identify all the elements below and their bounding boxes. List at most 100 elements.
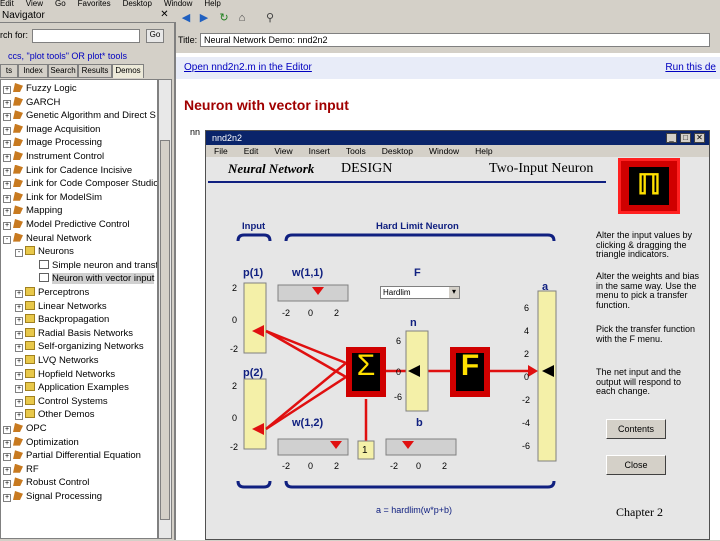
tree-item[interactable]: + Backpropagation <box>1 313 109 326</box>
expand-icon[interactable]: + <box>15 303 23 312</box>
fig-menu-file[interactable]: File <box>214 146 228 156</box>
expand-icon[interactable]: + <box>15 398 23 407</box>
close-icon[interactable]: ✕ <box>694 133 705 143</box>
expand-icon[interactable]: + <box>3 140 11 149</box>
expand-icon[interactable]: + <box>15 412 23 421</box>
chevron-down-icon[interactable]: ▾ <box>449 287 459 298</box>
tree-item[interactable]: Simple neuron and transfer <box>1 259 157 272</box>
maximize-icon[interactable]: □ <box>680 133 691 143</box>
expand-icon[interactable]: + <box>3 480 11 489</box>
transfer-function-select[interactable]: Hardlim ▾ <box>380 286 460 299</box>
tree-item[interactable]: + Hopfield Networks <box>1 368 115 381</box>
expand-icon[interactable]: + <box>3 222 11 230</box>
expand-icon[interactable]: + <box>3 208 11 217</box>
tree-item[interactable]: + LVQ Networks <box>1 354 99 367</box>
tree-item[interactable]: Neuron with vector input <box>1 272 155 285</box>
menu-help[interactable]: Help <box>204 0 220 8</box>
tree-item[interactable]: + Link for Cadence Incisive <box>1 164 132 177</box>
expand-icon[interactable]: + <box>15 330 23 339</box>
tree-item[interactable]: + Mapping <box>1 204 62 217</box>
tab-contents[interactable]: ts <box>0 64 18 78</box>
bias-input-value[interactable]: 1 <box>362 445 368 456</box>
tree-item[interactable]: + Link for ModelSim <box>1 191 102 204</box>
back-icon[interactable]: ◀ <box>180 12 192 24</box>
tree-scrollbar[interactable] <box>158 79 172 539</box>
expand-icon[interactable]: + <box>3 126 11 135</box>
expand-icon[interactable]: + <box>15 317 23 326</box>
tree-item[interactable]: + Partial Differential Equation <box>1 449 141 462</box>
tree-item[interactable]: + Link for Code Composer Studio <box>1 177 157 190</box>
tree-item[interactable]: + Robust Control <box>1 476 89 489</box>
tab-search[interactable]: Search <box>48 64 78 78</box>
tree-item[interactable]: + RF <box>1 463 39 476</box>
tree-item[interactable]: + OPC <box>1 422 47 435</box>
contents-button[interactable]: Contents <box>606 419 666 439</box>
expand-icon[interactable]: + <box>3 494 11 502</box>
tree-item[interactable]: + Control Systems <box>1 395 108 408</box>
tree-item[interactable]: + Model Predictive Control <box>1 218 130 231</box>
tree-item[interactable]: + Self-organizing Networks <box>1 340 144 353</box>
fig-menu-window[interactable]: Window <box>429 146 459 156</box>
fig-menu-help[interactable]: Help <box>475 146 492 156</box>
tab-results[interactable]: Results <box>78 64 112 78</box>
home-icon[interactable]: ⌂ <box>236 12 248 24</box>
tree-item[interactable]: + Genetic Algorithm and Direct S <box>1 109 156 122</box>
expand-icon[interactable]: + <box>15 290 23 298</box>
title-field[interactable] <box>200 33 710 47</box>
menu-desktop[interactable]: Desktop <box>123 0 152 8</box>
scrollbar-thumb[interactable] <box>160 140 170 520</box>
search-input[interactable] <box>32 29 140 43</box>
search-go-button[interactable]: Go <box>146 29 164 43</box>
expand-icon[interactable]: + <box>3 194 11 203</box>
tree-item[interactable]: + GARCH <box>1 96 60 109</box>
tree-item[interactable]: + Other Demos <box>1 408 95 421</box>
expand-icon[interactable]: + <box>3 154 11 162</box>
expand-icon[interactable]: + <box>15 371 23 380</box>
menu-view[interactable]: View <box>26 0 43 8</box>
tree-item[interactable]: + Image Acquisition <box>1 123 100 136</box>
expand-icon[interactable]: + <box>3 99 11 108</box>
expand-icon[interactable]: + <box>3 466 11 475</box>
open-in-editor-link[interactable]: Open nnd2n2.m in the Editor <box>184 62 312 73</box>
forward-icon[interactable]: ▶ <box>198 12 210 24</box>
tree-item[interactable]: + Radial Basis Networks <box>1 327 133 340</box>
menu-edit[interactable]: Edit <box>0 0 14 8</box>
expand-icon[interactable]: + <box>3 86 11 94</box>
tree-item[interactable]: - Neural Network <box>1 232 91 245</box>
menu-window[interactable]: Window <box>164 0 192 8</box>
expand-icon[interactable]: + <box>3 426 11 434</box>
run-demo-link[interactable]: Run this de <box>665 62 716 73</box>
find-icon[interactable]: ⚲ <box>264 12 276 24</box>
close-button[interactable]: Close <box>606 455 666 475</box>
expand-icon[interactable]: + <box>15 358 23 366</box>
fig-menu-desktop[interactable]: Desktop <box>382 146 413 156</box>
tree-item[interactable]: + Optimization <box>1 436 79 449</box>
close-icon[interactable]: ✕ <box>159 10 170 21</box>
expand-icon[interactable]: + <box>3 181 11 190</box>
expand-icon[interactable]: + <box>3 113 11 122</box>
tree-item[interactable]: + Linear Networks <box>1 300 107 313</box>
minimize-icon[interactable]: _ <box>666 133 677 143</box>
collapse-icon[interactable]: - <box>3 235 11 244</box>
expand-icon[interactable]: + <box>15 385 23 394</box>
tree-item[interactable]: + Signal Processing <box>1 490 102 503</box>
tree-item[interactable]: + Instrument Control <box>1 150 104 163</box>
tree-item[interactable]: + Fuzzy Logic <box>1 82 77 95</box>
tree-item[interactable]: + Application Examples <box>1 381 129 394</box>
expand-icon[interactable]: + <box>3 167 11 176</box>
expand-icon[interactable]: + <box>3 453 11 462</box>
fig-menu-tools[interactable]: Tools <box>346 146 366 156</box>
menu-go[interactable]: Go <box>55 0 66 8</box>
tree-item[interactable]: + Perceptrons <box>1 286 89 299</box>
expand-icon[interactable]: + <box>15 344 23 353</box>
fig-menu-edit[interactable]: Edit <box>244 146 259 156</box>
collapse-icon[interactable]: - <box>15 249 23 258</box>
tree-item[interactable]: - Neurons <box>1 245 74 258</box>
tree-item[interactable]: + Image Processing <box>1 136 102 149</box>
menu-favorites[interactable]: Favorites <box>78 0 111 8</box>
fig-menu-view[interactable]: View <box>274 146 292 156</box>
expand-icon[interactable]: + <box>3 439 11 448</box>
refresh-icon[interactable]: ↻ <box>218 12 230 24</box>
tab-demos[interactable]: Demos <box>112 64 144 78</box>
tab-index[interactable]: Index <box>18 64 48 78</box>
